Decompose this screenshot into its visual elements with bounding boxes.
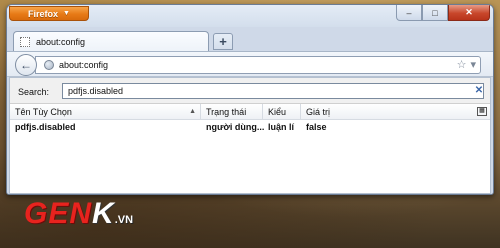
column-header-label: Giá trị bbox=[306, 107, 331, 117]
title-bar: Firefox ▼ – □ ✕ bbox=[7, 5, 493, 27]
cell-value: false bbox=[306, 122, 327, 132]
back-arrow-icon: ← bbox=[20, 58, 32, 72]
close-button[interactable]: ✕ bbox=[448, 5, 490, 21]
table-header: Tên Tùy Chọn ▲ Trạng thái Kiểu Giá trị ▦ bbox=[10, 104, 490, 120]
genk-logo: GENK.VN bbox=[24, 197, 133, 231]
cell-status: người dùng... bbox=[206, 122, 265, 132]
about-config-page: Search: ✕ Tên Tùy Chọn ▲ Trạng thái Kiểu… bbox=[9, 77, 491, 194]
bookmark-star-icon[interactable]: ☆ bbox=[457, 58, 467, 71]
column-header-label: Trạng thái bbox=[206, 107, 247, 117]
history-dropdown-icon[interactable]: ▾ bbox=[470, 58, 476, 71]
column-header-label: Tên Tùy Chọn bbox=[15, 107, 72, 117]
firefox-window: Firefox ▼ – □ ✕ about:config + about:con… bbox=[6, 4, 494, 195]
firefox-menu-label: Firefox bbox=[28, 8, 59, 19]
url-text: about:config bbox=[59, 60, 109, 70]
search-label: Search: bbox=[18, 87, 50, 97]
column-header-name[interactable]: Tên Tùy Chọn ▲ bbox=[10, 104, 201, 120]
maximize-button[interactable]: □ bbox=[422, 5, 448, 21]
new-tab-button[interactable]: + bbox=[213, 33, 233, 50]
search-input[interactable] bbox=[62, 83, 484, 99]
cell-type: luận lí bbox=[268, 122, 295, 132]
globe-icon bbox=[44, 60, 54, 70]
url-bar-actions: ☆ ▾ bbox=[457, 58, 476, 71]
tab-title: about:config bbox=[36, 36, 86, 47]
clear-search-icon[interactable]: ✕ bbox=[474, 85, 484, 96]
url-bar[interactable]: about:config ☆ ▾ bbox=[35, 56, 481, 74]
logo-brand-suffix: .VN bbox=[114, 214, 134, 226]
search-row: Search: ✕ bbox=[10, 78, 490, 104]
maximize-icon: □ bbox=[432, 7, 438, 18]
close-icon: ✕ bbox=[465, 7, 473, 17]
sort-ascending-icon: ▲ bbox=[189, 108, 196, 115]
table-row[interactable]: pdfjs.disabled người dùng... luận lí fal… bbox=[10, 120, 490, 134]
blank-page-icon bbox=[20, 36, 30, 47]
firefox-menu-button[interactable]: Firefox ▼ bbox=[9, 6, 89, 21]
minimize-icon: – bbox=[406, 7, 412, 18]
logo-brand-main: GEN bbox=[24, 197, 93, 230]
column-picker-icon[interactable]: ▦ bbox=[477, 107, 487, 116]
tab-strip: about:config + bbox=[7, 27, 493, 51]
column-header-status[interactable]: Trạng thái bbox=[201, 104, 263, 120]
navigation-toolbar: about:config ☆ ▾ ← bbox=[7, 51, 493, 77]
back-button[interactable]: ← bbox=[15, 54, 37, 76]
tab-about-config[interactable]: about:config bbox=[13, 31, 209, 51]
plus-icon: + bbox=[219, 34, 227, 49]
column-header-value[interactable]: Giá trị bbox=[301, 104, 461, 120]
logo-brand-k: K bbox=[92, 197, 115, 230]
column-header-label: Kiểu bbox=[268, 107, 287, 117]
minimize-button[interactable]: – bbox=[396, 5, 422, 21]
cell-pref-name: pdfjs.disabled bbox=[15, 122, 76, 132]
column-header-type[interactable]: Kiểu bbox=[263, 104, 301, 120]
chevron-down-icon: ▼ bbox=[63, 10, 70, 17]
window-controls: – □ ✕ bbox=[396, 5, 490, 21]
